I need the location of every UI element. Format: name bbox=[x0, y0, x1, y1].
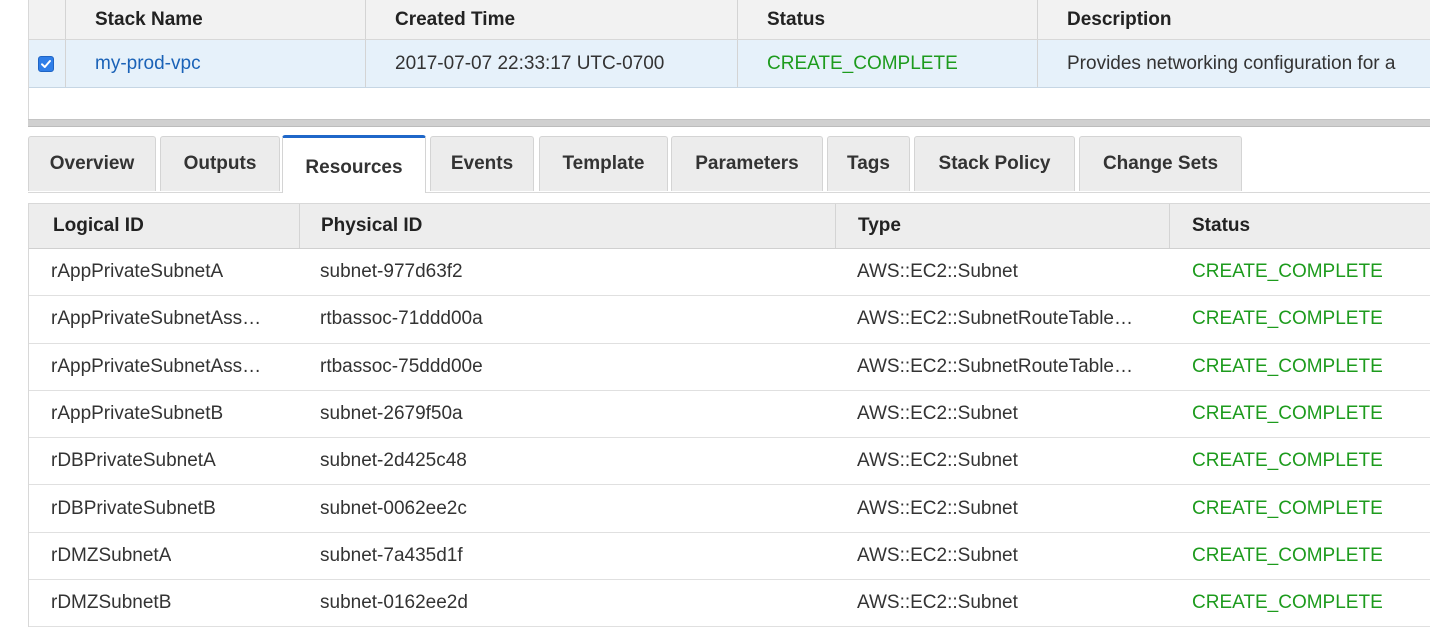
column-header-description[interactable]: Description bbox=[1067, 0, 1172, 39]
type-cell: AWS::EC2::Subnet bbox=[857, 592, 1018, 614]
type-cell: AWS::EC2::SubnetRouteTable… bbox=[857, 355, 1133, 377]
tab-stack-policy[interactable]: Stack Policy bbox=[914, 136, 1075, 191]
physical-id-cell: rtbassoc-71ddd00a bbox=[320, 308, 483, 330]
stack-status: CREATE_COMPLETE bbox=[767, 52, 958, 74]
status-cell: CREATE_COMPLETE bbox=[1192, 592, 1383, 614]
table-row[interactable]: rDBPrivateSubnetA subnet-2d425c48 AWS::E… bbox=[29, 438, 1430, 486]
logical-id-cell: rAppPrivateSubnetA bbox=[51, 261, 224, 283]
type-cell: AWS::EC2::Subnet bbox=[857, 497, 1018, 519]
stacks-table-empty-area bbox=[29, 88, 1430, 120]
stack-row[interactable]: my-prod-vpc 2017-07-07 22:33:17 UTC-0700… bbox=[29, 40, 1430, 88]
type-cell: AWS::EC2::Subnet bbox=[857, 403, 1018, 425]
stack-description: Provides networking configuration for a bbox=[1067, 52, 1396, 74]
type-cell: AWS::EC2::Subnet bbox=[857, 544, 1018, 566]
stack-detail-tabs: Overview Outputs Resources Events Templa… bbox=[28, 135, 1430, 193]
physical-id-cell: subnet-2679f50a bbox=[320, 403, 463, 425]
logical-id-cell: rDBPrivateSubnetA bbox=[51, 450, 216, 472]
physical-id-cell: subnet-2d425c48 bbox=[320, 450, 467, 472]
type-cell: AWS::EC2::Subnet bbox=[857, 261, 1018, 283]
stacks-table-header: Stack Name Created Time Status Descripti… bbox=[29, 0, 1430, 40]
checkbox-checked-icon[interactable] bbox=[38, 55, 54, 72]
tab-template[interactable]: Template bbox=[539, 136, 668, 191]
status-cell: CREATE_COMPLETE bbox=[1192, 355, 1383, 377]
status-cell: CREATE_COMPLETE bbox=[1192, 497, 1383, 519]
table-row[interactable]: rAppPrivateSubnetB subnet-2679f50a AWS::… bbox=[29, 390, 1430, 439]
status-cell: CREATE_COMPLETE bbox=[1192, 403, 1383, 425]
column-header-status[interactable]: Status bbox=[767, 0, 825, 39]
row-checkbox[interactable] bbox=[38, 40, 54, 87]
status-cell: CREATE_COMPLETE bbox=[1192, 308, 1383, 330]
logical-id-cell: rAppPrivateSubnetAss… bbox=[51, 308, 262, 330]
tab-change-sets[interactable]: Change Sets bbox=[1079, 136, 1242, 191]
column-header-logical-id[interactable]: Logical ID bbox=[53, 204, 144, 248]
logical-id-cell: rAppPrivateSubnetB bbox=[51, 403, 224, 425]
type-cell: AWS::EC2::SubnetRouteTable… bbox=[857, 308, 1133, 330]
status-cell: CREATE_COMPLETE bbox=[1192, 261, 1383, 283]
table-row[interactable]: rDMZSubnetA subnet-7a435d1f AWS::EC2::Su… bbox=[29, 532, 1430, 581]
table-row[interactable]: rAppPrivateSubnetAss… rtbassoc-75ddd00e … bbox=[29, 343, 1430, 391]
stack-created-time: 2017-07-07 22:33:17 UTC-0700 bbox=[395, 52, 665, 74]
type-cell: AWS::EC2::Subnet bbox=[857, 450, 1018, 472]
tab-events[interactable]: Events bbox=[430, 136, 534, 191]
resources-table-header: Logical ID Physical ID Type Status bbox=[29, 203, 1430, 249]
physical-id-cell: subnet-7a435d1f bbox=[320, 544, 463, 566]
column-header-physical-id[interactable]: Physical ID bbox=[321, 204, 422, 248]
physical-id-cell: subnet-0162ee2d bbox=[320, 592, 468, 614]
column-header-stack-name[interactable]: Stack Name bbox=[95, 0, 203, 39]
table-row[interactable]: rAppPrivateSubnetA subnet-977d63f2 AWS::… bbox=[29, 249, 1430, 297]
table-row[interactable]: rAppPrivateSubnetAss… rtbassoc-71ddd00a … bbox=[29, 296, 1430, 344]
column-header-created-time[interactable]: Created Time bbox=[395, 0, 515, 39]
tab-overview[interactable]: Overview bbox=[28, 136, 156, 191]
physical-id-cell: subnet-977d63f2 bbox=[320, 261, 463, 283]
stack-name-link[interactable]: my-prod-vpc bbox=[95, 40, 201, 87]
resources-table-body: rAppPrivateSubnetA subnet-977d63f2 AWS::… bbox=[29, 249, 1430, 628]
logical-id-cell: rDMZSubnetB bbox=[51, 592, 172, 614]
logical-id-cell: rDBPrivateSubnetB bbox=[51, 497, 216, 519]
tab-tags[interactable]: Tags bbox=[827, 136, 910, 191]
tab-parameters[interactable]: Parameters bbox=[671, 136, 823, 191]
status-cell: CREATE_COMPLETE bbox=[1192, 450, 1383, 472]
table-row[interactable]: rDBPrivateSubnetB subnet-0062ee2c AWS::E… bbox=[29, 485, 1430, 533]
physical-id-cell: rtbassoc-75ddd00e bbox=[320, 355, 483, 377]
table-row[interactable]: rDMZSubnetB subnet-0162ee2d AWS::EC2::Su… bbox=[29, 580, 1430, 628]
stacks-table: Stack Name Created Time Status Descripti… bbox=[28, 0, 1430, 120]
pane-splitter-handle[interactable] bbox=[28, 119, 1430, 127]
logical-id-cell: rDMZSubnetA bbox=[51, 544, 172, 566]
tab-outputs[interactable]: Outputs bbox=[160, 136, 280, 191]
resources-table: Logical ID Physical ID Type Status rAppP… bbox=[28, 203, 1430, 628]
logical-id-cell: rAppPrivateSubnetAss… bbox=[51, 355, 262, 377]
tab-resources[interactable]: Resources bbox=[282, 135, 426, 193]
column-header-type[interactable]: Type bbox=[858, 204, 901, 248]
physical-id-cell: subnet-0062ee2c bbox=[320, 497, 467, 519]
status-cell: CREATE_COMPLETE bbox=[1192, 544, 1383, 566]
column-header-status[interactable]: Status bbox=[1192, 204, 1250, 248]
